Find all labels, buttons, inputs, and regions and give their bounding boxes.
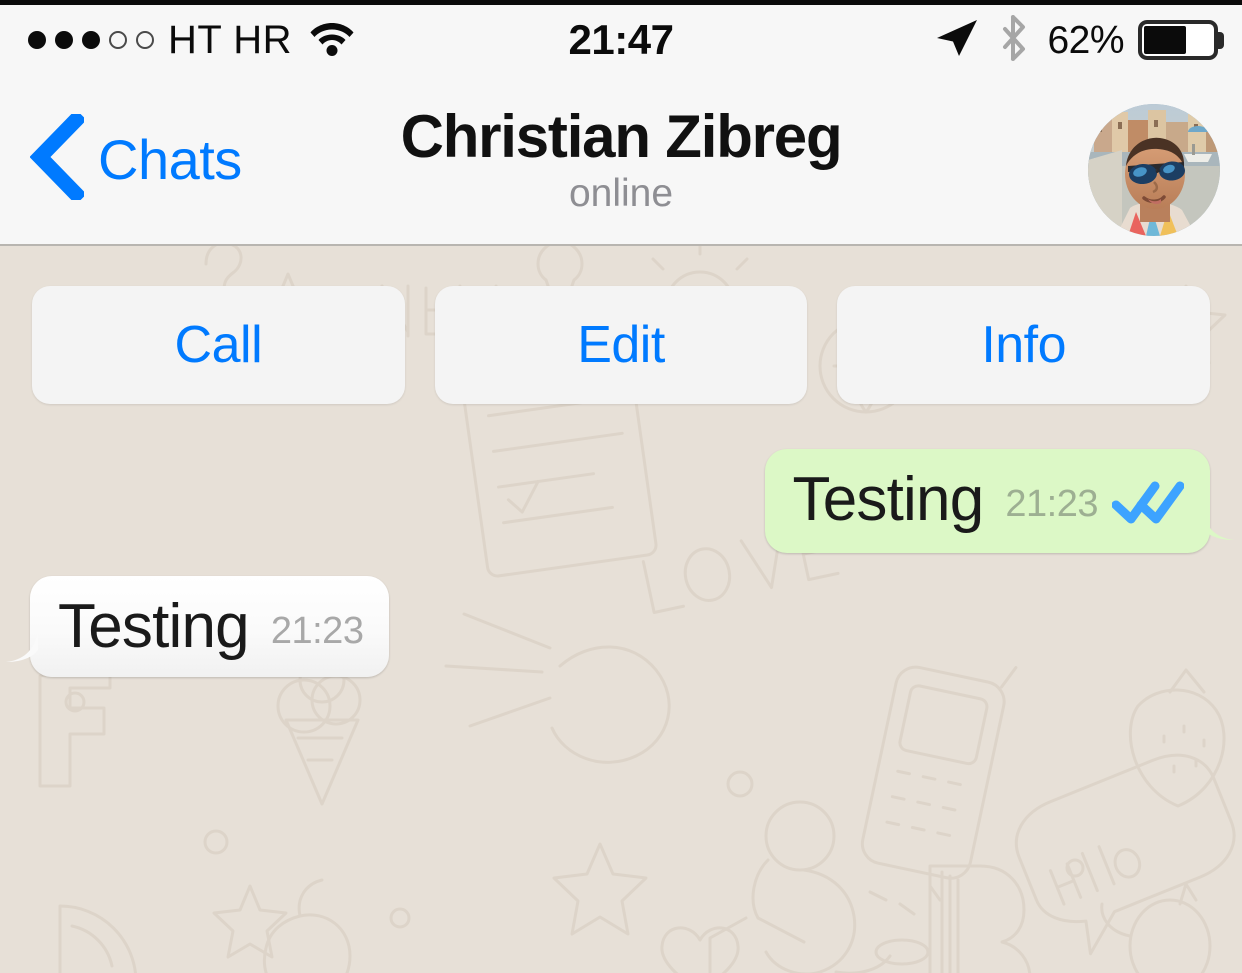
- call-button-label: Call: [174, 316, 263, 374]
- location-arrow-icon: [935, 17, 979, 64]
- signal-strength-dots: [28, 31, 154, 49]
- battery-fill: [1144, 26, 1186, 54]
- back-to-chats-button[interactable]: Chats: [29, 109, 242, 205]
- contact-name-title: Christian Zibreg: [400, 103, 843, 170]
- chevron-left-icon[interactable]: [29, 109, 87, 205]
- bubble-tail-right: [1202, 509, 1236, 549]
- message-timestamp: 21:23: [270, 610, 364, 652]
- bubble-tail-left: [4, 632, 38, 671]
- message-text: Testing: [792, 465, 985, 534]
- contact-status-subtitle: online: [568, 172, 674, 215]
- avatar[interactable]: [1088, 104, 1220, 236]
- edit-button[interactable]: Edit: [434, 286, 808, 404]
- bluetooth-icon: [1001, 14, 1027, 66]
- signal-dot-2: [55, 31, 73, 49]
- info-button[interactable]: Info: [837, 286, 1211, 404]
- call-button[interactable]: Call: [32, 286, 405, 404]
- signal-dot-4: [109, 31, 127, 49]
- back-button-label[interactable]: Chats: [98, 131, 242, 188]
- battery-nub: [1217, 32, 1224, 49]
- double-check-read-icon: [1111, 478, 1185, 531]
- message-bubble-outgoing[interactable]: Testing 21:23: [764, 449, 1234, 553]
- message-bubble-incoming[interactable]: Testing 21:23: [6, 576, 390, 678]
- signal-dot-1: [28, 31, 46, 49]
- battery-icon: [1138, 20, 1224, 60]
- navigation-bar: Chats Christian Zibreg online: [0, 80, 1242, 246]
- status-bar-left: HT HR: [28, 0, 355, 80]
- message-row-incoming: Testing 21:23: [6, 576, 390, 678]
- whatsapp-chat-screen: HT HR 21:47 62% Chats Christian Zibreg o…: [0, 0, 1242, 973]
- battery-percent-label: 62%: [1047, 18, 1124, 62]
- wifi-icon: [309, 19, 355, 62]
- info-button-label: Info: [981, 316, 1067, 374]
- status-bar-clock: 21:47: [568, 16, 674, 63]
- edit-button-label: Edit: [577, 316, 665, 374]
- message-meta: 21:23: [1005, 478, 1185, 531]
- status-bar: HT HR 21:47 62%: [0, 0, 1242, 80]
- carrier-label: HT HR: [168, 18, 292, 62]
- message-text: Testing: [58, 592, 250, 661]
- message-row-outgoing: Testing 21:23: [764, 449, 1234, 553]
- signal-dot-3: [82, 31, 100, 49]
- status-bar-right: 62%: [935, 0, 1224, 80]
- signal-dot-5: [136, 31, 154, 49]
- message-meta: 21:23: [271, 612, 364, 650]
- quick-action-button-row: Call Edit Info: [0, 286, 1242, 404]
- chat-message-area: Call Edit Info Testing 21:23 Testing 21:…: [0, 246, 1242, 973]
- message-timestamp: 21:23: [1005, 483, 1098, 525]
